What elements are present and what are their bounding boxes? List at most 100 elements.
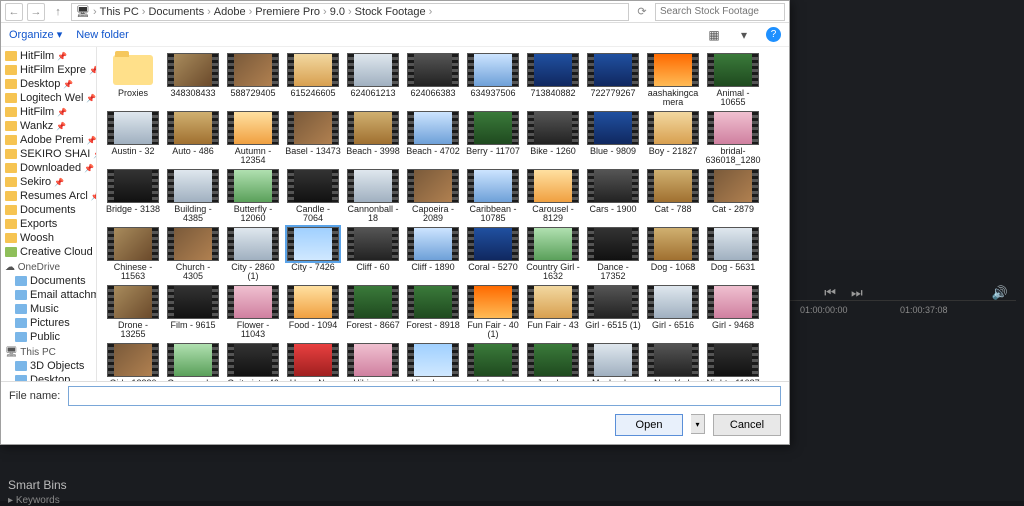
file-item[interactable]: Cliff - 60: [345, 227, 401, 283]
file-item[interactable]: Capoeira - 2089: [405, 169, 461, 225]
file-item[interactable]: Cannonball - 18: [345, 169, 401, 225]
file-item[interactable]: Butterfly - 12060: [225, 169, 281, 225]
file-item[interactable]: Girl - 6516: [645, 285, 701, 341]
sidebar-item[interactable]: Desktop: [1, 373, 96, 381]
file-item[interactable]: Animal - 10655: [705, 53, 761, 109]
prev-icon[interactable]: ⏮: [824, 285, 836, 300]
folder-item[interactable]: Proxies: [105, 53, 161, 109]
crumb[interactable]: Stock Footage: [355, 6, 426, 18]
file-item[interactable]: Dance - 17352: [585, 227, 641, 283]
file-item[interactable]: Austin - 32: [105, 111, 161, 167]
file-item[interactable]: New York City - 7260: [645, 343, 701, 381]
file-item[interactable]: Caribbean - 10785: [465, 169, 521, 225]
file-item[interactable]: Auto - 486: [165, 111, 221, 167]
sidebar-item[interactable]: HitFilm📌: [1, 49, 96, 63]
open-dropdown-icon[interactable]: ▾: [691, 414, 705, 434]
sidebar-item[interactable]: Downloaded📌: [1, 161, 96, 175]
file-item[interactable]: Himalaya - 10107: [405, 343, 461, 381]
file-item[interactable]: Drone - 13255: [105, 285, 161, 341]
sidebar-item[interactable]: HitFilm📌: [1, 105, 96, 119]
file-item[interactable]: 722779267: [585, 53, 641, 109]
file-item[interactable]: Candle - 7064: [285, 169, 341, 225]
file-item[interactable]: 624066383: [405, 53, 461, 109]
file-grid[interactable]: Proxies348308433588729405615246605624061…: [97, 47, 789, 381]
file-item[interactable]: Happy New Year - 3565: [285, 343, 341, 381]
file-item[interactable]: Carousel - 8129: [525, 169, 581, 225]
file-item[interactable]: Fun Fair - 40 (1): [465, 285, 521, 341]
sidebar-onedrive-header[interactable]: ☁ OneDrive: [1, 259, 96, 274]
crumb[interactable]: Premiere Pro: [255, 6, 320, 18]
sidebar-item[interactable]: Email attachmer: [1, 288, 96, 302]
sidebar-item[interactable]: Resumes Arcl📌: [1, 189, 96, 203]
file-item[interactable]: Building - 4385: [165, 169, 221, 225]
sidebar-item[interactable]: Logitech Wel📌: [1, 91, 96, 105]
sidebar-item[interactable]: Documents: [1, 274, 96, 288]
file-item[interactable]: Guitarist - 46: [225, 343, 281, 381]
sidebar-item[interactable]: Documents: [1, 203, 96, 217]
open-button[interactable]: Open: [615, 414, 683, 436]
sidebar-item[interactable]: Wankz📌: [1, 119, 96, 133]
file-item[interactable]: Cat - 788: [645, 169, 701, 225]
file-item[interactable]: Cars - 1900: [585, 169, 641, 225]
file-item[interactable]: Autumn - 12354: [225, 111, 281, 167]
sidebar-item[interactable]: Exports: [1, 217, 96, 231]
filename-input[interactable]: [68, 386, 781, 406]
file-item[interactable]: Film - 9615: [165, 285, 221, 341]
file-item[interactable]: Ireland - 22913: [465, 343, 521, 381]
file-item[interactable]: Dog - 5631: [705, 227, 761, 283]
file-item[interactable]: Food - 1094: [285, 285, 341, 341]
file-item[interactable]: Macbook - 3576: [585, 343, 641, 381]
file-item[interactable]: Jungle - 10807: [525, 343, 581, 381]
sidebar-item[interactable]: Woosh: [1, 231, 96, 245]
file-item[interactable]: Dog - 1068: [645, 227, 701, 283]
crumb[interactable]: Documents: [148, 6, 204, 18]
file-item[interactable]: Coral - 5270: [465, 227, 521, 283]
sidebar-item[interactable]: HitFilm Expre📌: [1, 63, 96, 77]
file-item[interactable]: bridal-636018_1280: [705, 111, 761, 167]
file-item[interactable]: Cliff - 1890: [405, 227, 461, 283]
sidebar-item[interactable]: Adobe Premi📌: [1, 133, 96, 147]
file-item[interactable]: Bike - 1260: [525, 111, 581, 167]
file-item[interactable]: 634937506: [465, 53, 521, 109]
file-item[interactable]: Chinese - 11563: [105, 227, 161, 283]
breadcrumb[interactable]: 🖥 ›This PC ›Documents ›Adobe ›Premiere P…: [71, 3, 629, 21]
crumb[interactable]: 9.0: [330, 6, 345, 18]
sidebar-item[interactable]: Pictures: [1, 316, 96, 330]
file-item[interactable]: Beach - 3998: [345, 111, 401, 167]
crumb[interactable]: This PC: [100, 6, 139, 18]
file-item[interactable]: aashakingcamera: [645, 53, 701, 109]
view-mode-icon[interactable]: ▦: [706, 27, 722, 43]
file-item[interactable]: Guacamole - 8247: [165, 343, 221, 381]
file-item[interactable]: Flower - 11043: [225, 285, 281, 341]
file-item[interactable]: City - 7426: [285, 227, 341, 283]
sidebar-item[interactable]: Music: [1, 302, 96, 316]
file-item[interactable]: Cat - 2879: [705, 169, 761, 225]
file-item[interactable]: Church - 4305: [165, 227, 221, 283]
file-item[interactable]: 588729405: [225, 53, 281, 109]
smart-bins-header[interactable]: Smart Bins: [8, 478, 67, 492]
cancel-button[interactable]: Cancel: [713, 414, 781, 436]
file-item[interactable]: Beach - 4702: [405, 111, 461, 167]
new-folder-button[interactable]: New folder: [76, 29, 129, 41]
nav-up-icon[interactable]: ↑: [49, 3, 67, 21]
sidebar-item[interactable]: Public: [1, 330, 96, 344]
volume-icon[interactable]: 🔊: [992, 285, 1008, 300]
file-item[interactable]: Country Girl - 1632: [525, 227, 581, 283]
sidebar-thispc-header[interactable]: 🖥 This PC: [1, 344, 96, 359]
view-options-icon[interactable]: ▾: [736, 27, 752, 43]
file-item[interactable]: Girl - 6515 (1): [585, 285, 641, 341]
file-item[interactable]: Night - 11087: [705, 343, 761, 381]
search-input[interactable]: [655, 3, 785, 21]
file-item[interactable]: Hibiscus - 8295: [345, 343, 401, 381]
crumb[interactable]: Adobe: [214, 6, 246, 18]
file-item[interactable]: Berry - 11707: [465, 111, 521, 167]
refresh-icon[interactable]: ⟳: [633, 3, 651, 21]
file-item[interactable]: Forest - 8918: [405, 285, 461, 341]
sidebar-item[interactable]: 3D Objects: [1, 359, 96, 373]
organize-menu[interactable]: Organize ▾: [9, 28, 62, 41]
file-item[interactable]: 624061213: [345, 53, 401, 109]
file-item[interactable]: Blue - 9809: [585, 111, 641, 167]
file-item[interactable]: Girl - 9468: [705, 285, 761, 341]
file-item[interactable]: Boy - 21827: [645, 111, 701, 167]
sidebar-item[interactable]: Sekiro📌: [1, 175, 96, 189]
